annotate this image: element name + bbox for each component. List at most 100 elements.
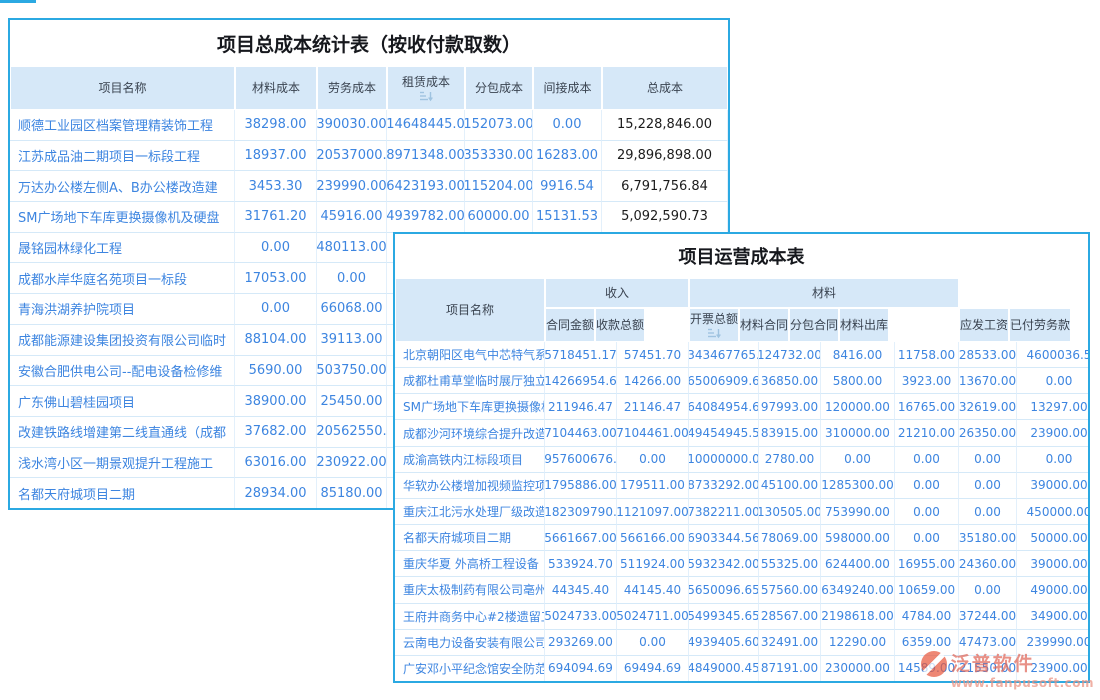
value-cell: 4939782.00 xyxy=(387,202,465,233)
project-name-cell[interactable]: 名都天府城项目二期 xyxy=(10,478,235,508)
total-cost-table-header: 项目名称 材料成本 劳务成本 租赁成本 分包成本 间接成本 总成本 xyxy=(10,66,728,110)
value-cell: 83915.00 xyxy=(759,420,821,446)
value-cell: 533924.70 xyxy=(545,551,617,577)
column-header-invoice-total[interactable]: 开票总额 xyxy=(689,308,739,342)
value-cell: 1795886.00 xyxy=(545,473,617,499)
project-name-cell[interactable]: SM广场地下车库更换摄像机及硬盘 xyxy=(10,202,235,233)
project-name-cell[interactable]: 成都沙河环境综合提升改造 xyxy=(395,420,545,446)
operating-cost-table-panel: 项目运营成本表 项目名称 收入 合同金额 收款总额 材料 开票总额 xyxy=(393,232,1090,683)
table-row[interactable]: 重庆太极制药有限公司亳州44345.4044145.405650096.6557… xyxy=(395,577,1088,603)
value-cell: 28533.00 xyxy=(959,342,1017,368)
table-row[interactable]: 成都杜甫草堂临时展厅独立14266954.614266.0065006909.6… xyxy=(395,368,1088,394)
column-header-subcontract-cost: 分包成本 xyxy=(465,66,533,110)
table-row[interactable]: 顺德工业园区档案管理精装饰工程38298.00390030.0014648445… xyxy=(10,110,728,141)
value-cell: 7104463.00 xyxy=(545,420,617,446)
project-name-cell[interactable]: 万达办公楼左侧A、B办公楼改造建 xyxy=(10,171,235,202)
value-cell: 69494.69 xyxy=(617,656,689,681)
value-cell: 14266.00 xyxy=(617,368,689,394)
value-cell: 4600036.5 xyxy=(1017,342,1088,368)
value-cell: 130505.00 xyxy=(759,499,821,525)
table-row[interactable]: 北京朝阳区电气中芯特气系统5718451.1757451.70343467765… xyxy=(395,342,1088,368)
project-name-cell[interactable]: 成渝高铁内江标段项目 xyxy=(395,447,545,473)
project-name-cell[interactable]: 成都杜甫草堂临时展厅独立 xyxy=(395,368,545,394)
value-cell: 3923.00 xyxy=(895,368,959,394)
value-cell: 5690.00 xyxy=(235,356,317,387)
project-name-cell[interactable]: 云南电力设备安装有限公司 xyxy=(395,630,545,656)
project-name-cell[interactable]: 北京朝阳区电气中芯特气系统 xyxy=(395,342,545,368)
value-cell: 34900.00 xyxy=(1017,604,1088,630)
header-group-material: 材料 开票总额 材料合同 分包合同 材料出库 xyxy=(689,278,959,342)
value-cell: 64084954.6 xyxy=(689,394,759,420)
value-cell: 0.00 xyxy=(617,630,689,656)
project-name-cell[interactable]: 顺德工业园区档案管理精装饰工程 xyxy=(10,110,235,141)
value-cell: 32491.00 xyxy=(759,630,821,656)
value-cell: 239990.00 xyxy=(317,171,387,202)
value-cell: 390030.00 xyxy=(317,110,387,141)
value-cell: 6,791,756.84 xyxy=(602,171,728,202)
value-cell: 5650096.65 xyxy=(689,577,759,603)
value-cell: 5499345.65 xyxy=(689,604,759,630)
value-cell: 0.00 xyxy=(617,447,689,473)
table-row[interactable]: SM广场地下车库更换摄像机及硬盘31761.2045916.004939782.… xyxy=(10,202,728,233)
value-cell: 2780.00 xyxy=(759,447,821,473)
project-name-cell[interactable]: 改建铁路线增建第二线直通线（成都 xyxy=(10,417,235,448)
value-cell: 16283.00 xyxy=(533,141,602,172)
column-header-rental-cost[interactable]: 租赁成本 xyxy=(387,66,465,110)
table-row[interactable]: 成渝高铁内江标段项目957600676.0.0010000000.02780.0… xyxy=(395,447,1088,473)
value-cell: 211946.47 xyxy=(545,394,617,420)
value-cell: 44145.40 xyxy=(617,577,689,603)
value-cell: 57451.70 xyxy=(617,342,689,368)
value-cell: 4849000.45 xyxy=(689,656,759,681)
project-name-cell[interactable]: 青海洪湖养护院项目 xyxy=(10,294,235,325)
table-row[interactable]: 重庆江北污水处理厂级改造182309790.1121097.007382211.… xyxy=(395,499,1088,525)
project-name-cell[interactable]: 广安邓小平纪念馆安全防范 xyxy=(395,656,545,681)
group-label-blank xyxy=(959,278,1088,308)
table-row[interactable]: 名都天府城项目二期5661667.00566166.006903344.5678… xyxy=(395,525,1088,551)
sort-icon[interactable] xyxy=(419,91,433,102)
table-row[interactable]: SM广场地下车库更换摄像机211946.4721146.4764084954.6… xyxy=(395,394,1088,420)
project-name-cell[interactable]: 重庆华夏 外高桥工程设备 xyxy=(395,551,545,577)
project-name-cell[interactable]: 成都水岸华庭名苑项目一标段 xyxy=(10,263,235,294)
value-cell: 353330.00 xyxy=(465,141,533,172)
project-name-cell[interactable]: 浅水湾小区一期景观提升工程施工 xyxy=(10,448,235,479)
project-name-cell[interactable]: 晟铭园林绿化工程 xyxy=(10,233,235,264)
table-row[interactable]: 华软办公楼增加视频监控项1795886.00179511.008733292.0… xyxy=(395,473,1088,499)
column-header-material-contract: 材料合同 xyxy=(739,308,789,342)
watermark-brand: 泛普软件 xyxy=(951,649,1035,676)
project-name-cell[interactable]: 成都能源建设集团投资有限公司临时 xyxy=(10,325,235,356)
table-row[interactable]: 江苏成品油二期项目一标段工程18937.0020537000.8971348.0… xyxy=(10,141,728,172)
value-cell: 39000.00 xyxy=(1017,473,1088,499)
value-cell: 343467765. xyxy=(689,342,759,368)
value-cell: 5800.00 xyxy=(821,368,895,394)
table-row[interactable]: 万达办公楼左侧A、B办公楼改造建3453.30239990.006423193.… xyxy=(10,171,728,202)
value-cell: 13297.00 xyxy=(1017,394,1088,420)
value-cell: 230922.00 xyxy=(317,448,387,479)
value-cell: 87191.00 xyxy=(759,656,821,681)
sort-icon[interactable] xyxy=(707,328,721,339)
project-name-cell[interactable]: 安徽合肥供电公司--配电设备检修维 xyxy=(10,356,235,387)
value-cell: 13670.00 xyxy=(959,368,1017,394)
project-name-cell[interactable]: 名都天府城项目二期 xyxy=(395,525,545,551)
value-cell: 7104461.00 xyxy=(617,420,689,446)
value-cell: 694094.69 xyxy=(545,656,617,681)
value-cell: 0.00 xyxy=(895,447,959,473)
value-cell: 37682.00 xyxy=(235,417,317,448)
value-cell: 0.00 xyxy=(235,233,317,264)
value-cell: 0.00 xyxy=(895,525,959,551)
project-name-cell[interactable]: 重庆太极制药有限公司亳州 xyxy=(395,577,545,603)
fanpu-logo-icon xyxy=(921,651,947,677)
project-name-cell[interactable]: 广东佛山碧桂园项目 xyxy=(10,386,235,417)
value-cell: 124732.00 xyxy=(759,342,821,368)
value-cell: 45916.00 xyxy=(317,202,387,233)
table-row[interactable]: 重庆华夏 外高桥工程设备533924.70511924.005932342.00… xyxy=(395,551,1088,577)
project-name-cell[interactable]: SM广场地下车库更换摄像机 xyxy=(395,394,545,420)
project-name-cell[interactable]: 华软办公楼增加视频监控项 xyxy=(395,473,545,499)
project-name-cell[interactable]: 江苏成品油二期项目一标段工程 xyxy=(10,141,235,172)
table-row[interactable]: 王府井商务中心#2楼遗留工5024733.005024711.005499345… xyxy=(395,604,1088,630)
project-name-cell[interactable]: 王府井商务中心#2楼遗留工 xyxy=(395,604,545,630)
column-header-material-outbound: 材料出库 xyxy=(839,308,889,342)
value-cell: 2198618.00 xyxy=(821,604,895,630)
project-name-cell[interactable]: 重庆江北污水处理厂级改造 xyxy=(395,499,545,525)
table-row[interactable]: 成都沙河环境综合提升改造7104463.007104461.0049454945… xyxy=(395,420,1088,446)
value-cell: 0.00 xyxy=(959,499,1017,525)
